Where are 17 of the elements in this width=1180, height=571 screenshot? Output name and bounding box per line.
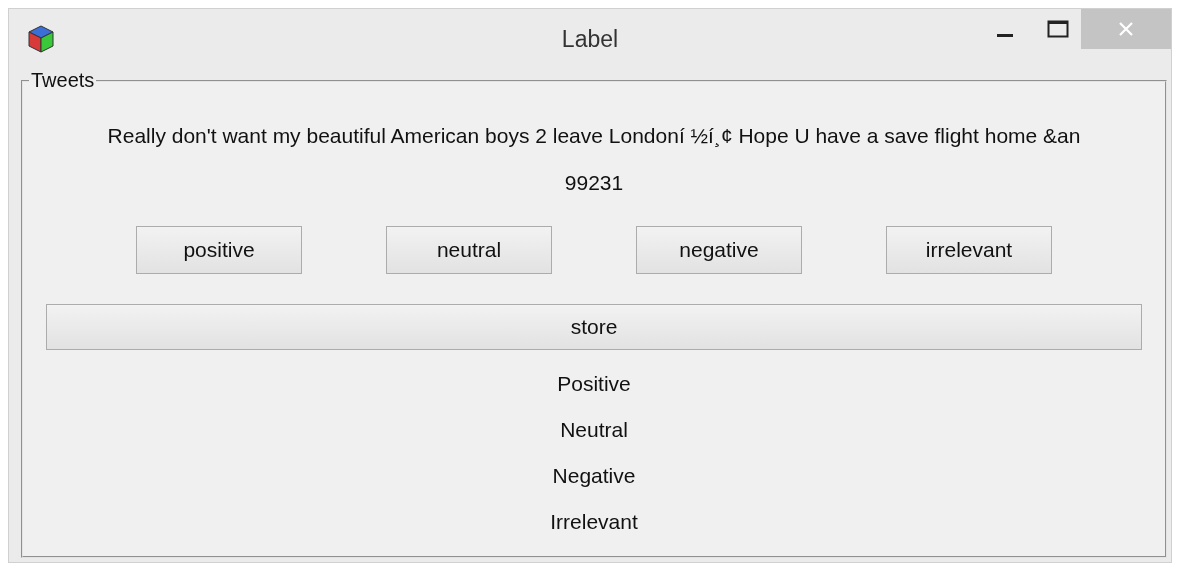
tweet-id: 99231: [564, 171, 624, 195]
window-title: Label: [560, 25, 620, 53]
label-button[interactable]: irrelevant: [886, 226, 1052, 274]
label-button[interactable]: negative: [636, 226, 802, 274]
label-text: Positive: [557, 372, 631, 396]
group-title: Tweets: [30, 69, 96, 92]
store-button[interactable]: store: [46, 304, 1142, 350]
label-button[interactable]: neutral: [386, 226, 552, 274]
label-text: Negative: [552, 464, 636, 488]
close-icon: [1118, 21, 1134, 37]
label-text: Irrelevant: [550, 510, 638, 534]
minimize-icon: [997, 33, 1013, 37]
tweet-text: Really don't want my beautiful American boys 2 leave Londoní ½í¸¢ Hope U have a save flight home &an: [107, 124, 1081, 148]
label-button[interactable]: positive: [136, 226, 302, 274]
label-text: Neutral: [560, 418, 628, 442]
maximize-icon: [1047, 20, 1069, 38]
cube-icon: [27, 24, 55, 54]
